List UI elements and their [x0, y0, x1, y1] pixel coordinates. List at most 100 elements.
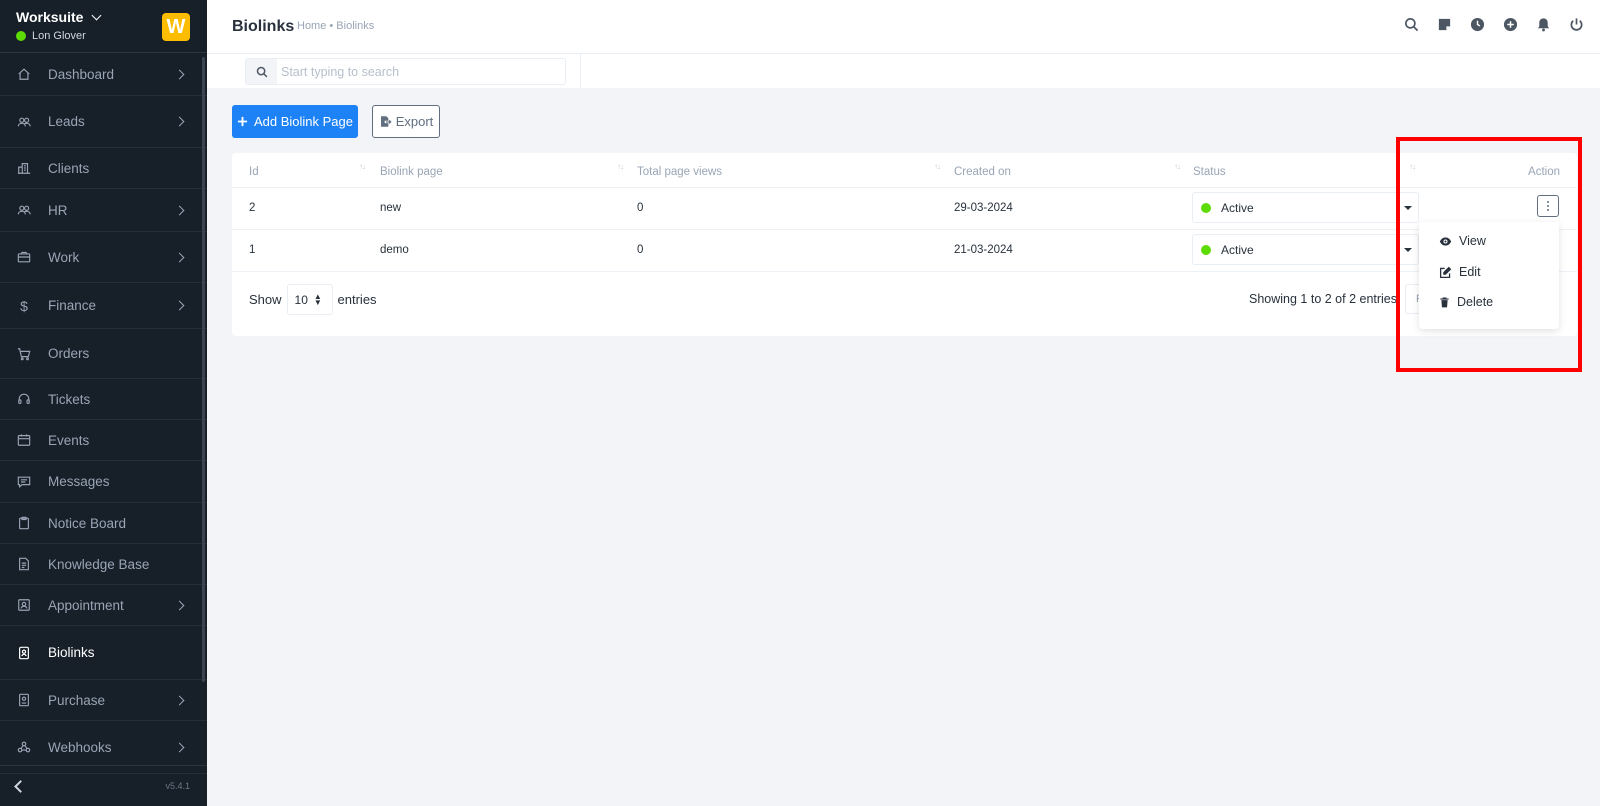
sidebar-scrollbar[interactable]: [202, 57, 205, 682]
column-header-total-page-views[interactable]: Total page views: [637, 166, 722, 178]
sidebar-item-label: Work: [48, 249, 80, 265]
sidebar-item-dashboard[interactable]: Dashboard: [0, 53, 207, 96]
status-value: Active: [1221, 200, 1254, 215]
contact-icon: [17, 598, 31, 612]
sort-icon[interactable]: ↑↓: [617, 162, 624, 171]
plus-icon: [237, 116, 248, 127]
add-biolink-page-button[interactable]: Add Biolink Page: [232, 105, 358, 138]
highlight-box: [1396, 137, 1582, 372]
divider: [232, 187, 1577, 188]
sidebar-item-hr[interactable]: HR: [0, 189, 207, 232]
sidebar-footer: v5.4.1: [0, 765, 207, 806]
sidebar-item-label: Finance: [48, 298, 97, 313]
page-length-control: Show 10 ▲ ▼ entries: [249, 284, 377, 315]
entries-label: entries: [337, 292, 377, 307]
people-icon: [17, 203, 31, 217]
chat-icon: [17, 475, 31, 489]
chevron-right-icon: [174, 205, 185, 215]
sidebar-item-finance[interactable]: $ Finance: [0, 283, 207, 329]
search-box[interactable]: [245, 58, 566, 85]
home-icon: [17, 67, 31, 81]
search-icon: [246, 59, 277, 84]
file-export-icon: [380, 116, 392, 127]
cell-created-on: 29-03-2024: [954, 202, 1013, 214]
sidebar-item-knowledge-base[interactable]: Knowledge Base: [0, 544, 207, 585]
chevron-right-icon: [174, 116, 185, 127]
sidebar-item-tickets[interactable]: Tickets: [0, 379, 207, 420]
power-icon[interactable]: [1569, 17, 1584, 32]
sidebar-item-label: Webhooks: [48, 739, 112, 755]
breadcrumb[interactable]: Home • Biolinks: [297, 20, 374, 32]
column-header-id[interactable]: Id: [249, 166, 259, 178]
app-name-text: Worksuite: [16, 9, 84, 25]
sort-icon[interactable]: ↑↓: [934, 162, 941, 171]
cart-icon: [17, 347, 31, 361]
user-name: Lon Glover: [32, 30, 86, 42]
sidebar: Worksuite Lon Glover W Dashboard Leads C…: [0, 0, 207, 806]
chevron-right-icon: [174, 69, 185, 79]
brand-header[interactable]: Worksuite Lon Glover W: [0, 0, 207, 53]
sticky-note-icon[interactable]: [1437, 17, 1452, 32]
sidebar-item-purchase[interactable]: Purchase: [0, 680, 207, 721]
sidebar-item-events[interactable]: Events: [0, 420, 207, 461]
export-button-label: Export: [395, 114, 434, 129]
sidebar-item-appointment[interactable]: Appointment: [0, 585, 207, 626]
building-icon: [17, 161, 31, 175]
active-status-icon: [1201, 244, 1211, 255]
column-header-biolink-page[interactable]: Biolink page: [380, 166, 443, 178]
sidebar-item-label: Clients: [48, 160, 90, 176]
document-icon: [17, 557, 31, 571]
column-header-created-on[interactable]: Created on: [954, 166, 1011, 178]
receipt-icon: [17, 693, 31, 707]
collapse-sidebar-icon[interactable]: [14, 779, 27, 793]
sidebar-item-work[interactable]: Work: [0, 232, 207, 283]
sidebar-item-clients[interactable]: Clients: [0, 148, 207, 189]
divider: [232, 271, 1577, 272]
users-icon: [17, 115, 31, 129]
app-logo: W: [162, 13, 190, 41]
divider: [580, 54, 581, 88]
sidebar-item-messages[interactable]: Messages: [0, 461, 207, 503]
sort-icon[interactable]: ↑↓: [1174, 162, 1181, 171]
search-input[interactable]: [277, 64, 557, 79]
cell-biolink-page[interactable]: demo: [380, 244, 409, 256]
sidebar-item-label: Tickets: [48, 391, 91, 407]
status-select[interactable]: Active: [1192, 192, 1419, 223]
export-button[interactable]: Export: [372, 105, 440, 138]
sort-icon[interactable]: ↑↓: [359, 162, 366, 171]
page-title: Biolinks: [232, 18, 295, 35]
sidebar-item-label: Orders: [48, 346, 90, 361]
page-length-select[interactable]: 10 ▲ ▼: [286, 284, 333, 315]
show-label: Show: [249, 292, 282, 307]
top-header: Biolinks Home • Biolinks: [207, 0, 1600, 54]
sidebar-item-label: Leads: [48, 114, 85, 129]
cell-total-views: 0: [637, 202, 644, 214]
sidebar-item-notice-board[interactable]: Notice Board: [0, 503, 207, 544]
status-select[interactable]: Active: [1192, 234, 1419, 265]
chevron-down-icon: [91, 10, 102, 20]
clock-icon[interactable]: [1470, 17, 1485, 32]
up-down-icon: ▲ ▼: [313, 291, 322, 307]
app-version: v5.4.1: [165, 781, 190, 791]
active-status-icon: [1201, 202, 1211, 213]
sidebar-item-biolinks[interactable]: Biolinks: [0, 626, 207, 680]
chevron-right-icon: [174, 600, 185, 610]
bell-icon[interactable]: [1536, 17, 1551, 32]
headset-icon: [17, 392, 31, 406]
column-header-status[interactable]: Status: [1193, 166, 1226, 178]
cell-biolink-page[interactable]: new: [380, 202, 401, 214]
sidebar-item-label: Dashboard: [48, 66, 115, 82]
sidebar-item-label: Biolinks: [48, 645, 95, 660]
biolink-icon: [17, 646, 31, 660]
dollar-icon: $: [20, 297, 28, 314]
add-button-label: Add Biolink Page: [253, 114, 353, 129]
sidebar-item-label: Notice Board: [48, 515, 127, 531]
table-info: Showing 1 to 2 of 2 entries: [1249, 292, 1398, 306]
sidebar-item-label: Messages: [48, 474, 110, 489]
search-icon[interactable]: [1404, 17, 1419, 32]
sidebar-item-leads[interactable]: Leads: [0, 96, 207, 148]
plus-circle-icon[interactable]: [1503, 17, 1518, 32]
webhook-icon: [17, 740, 31, 754]
biolinks-table-card: Id ↑↓ Biolink page ↑↓ Total page views ↑…: [232, 153, 1577, 336]
sidebar-item-orders[interactable]: Orders: [0, 329, 207, 379]
